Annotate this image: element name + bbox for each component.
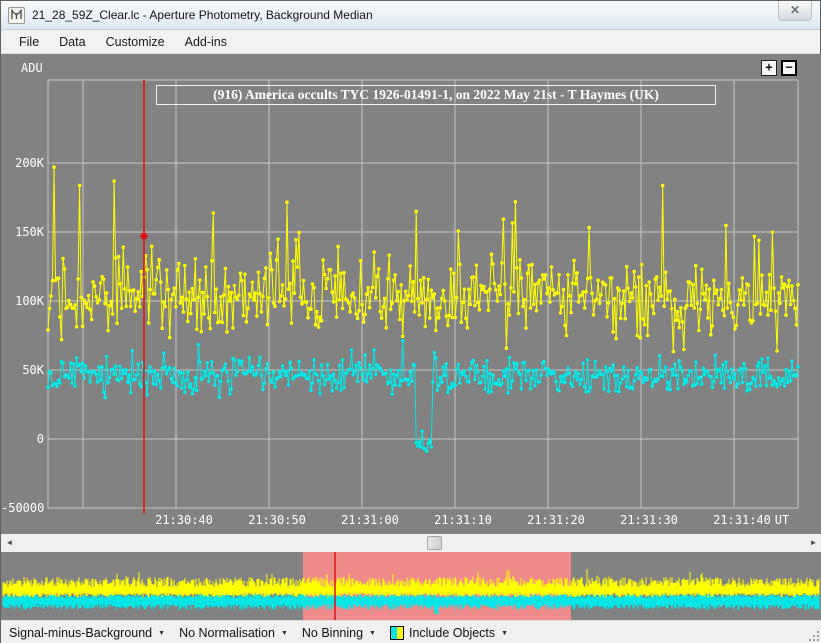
y-axis-tick-label: -50000 xyxy=(1,501,44,515)
status-bar: Signal-minus-Background▼No Normalisation… xyxy=(1,620,821,643)
dropdown-label: No Normalisation xyxy=(179,626,275,640)
zoom-out-button[interactable]: − xyxy=(781,60,797,76)
y-axis-tick-label: 200K xyxy=(1,156,44,170)
horizontal-scrollbar[interactable]: ◄ ► xyxy=(1,534,821,552)
y-axis-tick-label: 50K xyxy=(1,363,44,377)
x-axis-tick-label: 21:31:20 xyxy=(516,513,596,527)
chevron-down-icon: ▼ xyxy=(369,628,376,637)
y-axis-title: ADU xyxy=(21,61,43,75)
menu-item-data[interactable]: Data xyxy=(49,32,95,52)
scroll-right-icon[interactable]: ► xyxy=(805,534,821,552)
include-objects-colors-icon xyxy=(390,626,404,640)
overview-chart[interactable] xyxy=(1,552,821,620)
chevron-down-icon: ▼ xyxy=(158,628,165,637)
x-axis-tick-label: 21:31:10 xyxy=(423,513,503,527)
dropdown-binning[interactable]: No Binning ▼ xyxy=(302,626,376,640)
main-chart[interactable] xyxy=(1,54,821,534)
menu-item-addins[interactable]: Add-ins xyxy=(175,32,237,52)
x-axis-tick-label: 21:31:30 xyxy=(609,513,689,527)
menu-bar: FileDataCustomizeAdd-ins xyxy=(1,30,820,54)
x-axis-tick-label: 21:30:40 xyxy=(144,513,224,527)
dropdown-signal-mode[interactable]: Signal-minus-Background ▼ xyxy=(9,626,165,640)
y-axis-tick-label: 150K xyxy=(1,225,44,239)
title-bar[interactable]: 21_28_59Z_Clear.lc - Aperture Photometry… xyxy=(1,1,820,30)
app-window: 21_28_59Z_Clear.lc - Aperture Photometry… xyxy=(0,0,821,643)
chevron-down-icon: ▼ xyxy=(501,628,508,637)
window-title: 21_28_59Z_Clear.lc - Aperture Photometry… xyxy=(32,8,373,22)
dropdown-label: No Binning xyxy=(302,626,363,640)
scroll-left-icon[interactable]: ◄ xyxy=(1,534,18,552)
y-axis-tick-label: 0 xyxy=(1,432,44,446)
x-axis-tick-label: 21:31:00 xyxy=(330,513,410,527)
zoom-in-button[interactable]: + xyxy=(761,60,777,76)
chart-title: (916) America occults TYC 1926-01491-1, … xyxy=(157,86,715,104)
dropdown-label: Signal-minus-Background xyxy=(9,626,152,640)
dropdown-include-objects[interactable]: Include Objects ▼ xyxy=(390,626,508,640)
cursor-marker xyxy=(141,233,148,240)
chart-title-box: (916) America occults TYC 1926-01491-1, … xyxy=(156,85,716,105)
menu-item-file[interactable]: File xyxy=(9,32,49,52)
app-icon xyxy=(8,7,25,24)
resize-grip-icon[interactable] xyxy=(817,639,819,641)
close-button[interactable]: ✕ xyxy=(778,1,812,21)
dropdown-normalisation[interactable]: No Normalisation ▼ xyxy=(179,626,288,640)
y-axis-tick-label: 100K xyxy=(1,294,44,308)
chevron-down-icon: ▼ xyxy=(281,628,288,637)
menu-item-customize[interactable]: Customize xyxy=(96,32,175,52)
chart-region: ADU (916) America occults TYC 1926-01491… xyxy=(1,54,821,534)
scroll-thumb[interactable] xyxy=(427,536,442,550)
dropdown-label: Include Objects xyxy=(409,626,495,640)
x-axis-tick-label: 21:30:50 xyxy=(237,513,317,527)
x-axis-tick-label: 21:31:40 xyxy=(702,513,782,527)
